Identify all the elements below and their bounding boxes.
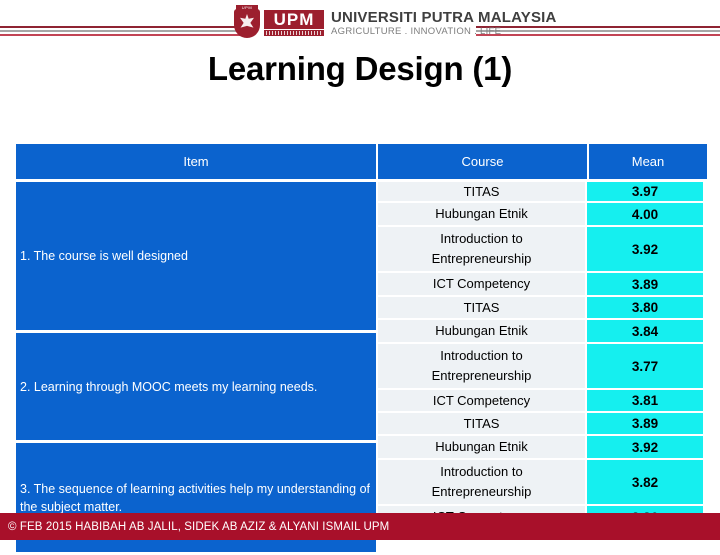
course-cell-line-2: Entrepreneurship — [431, 251, 532, 266]
mean-cell: 3.82 — [587, 460, 703, 504]
course-cell: Introduction to Entrepreneurship — [378, 460, 585, 504]
table-row: Hubungan Etnik 3.92 — [378, 436, 703, 458]
table-row: TITAS 3.80 — [378, 297, 703, 318]
item-column: 1. The course is well designed 2. Learni… — [16, 182, 376, 555]
upm-logo-group: UPM UPM UNIVERSITI PUTRA MALAYSIA AGRICU… — [232, 3, 557, 43]
column-header-mean: Mean — [589, 144, 707, 179]
copyright-footer: © FEB 2015 HABIBAH AB JALIL, SIDEK AB AZ… — [0, 513, 720, 540]
brand-header: UPM UPM UNIVERSITI PUTRA MALAYSIA AGRICU… — [0, 0, 720, 46]
mean-cell: 3.81 — [587, 390, 703, 411]
header-rule-grey-left — [0, 30, 247, 32]
header-rule-red-left — [0, 34, 247, 36]
upm-jawi-script — [264, 30, 324, 36]
upm-crest-icon: UPM — [232, 5, 262, 41]
course-cell: Introduction to Entrepreneurship — [378, 227, 585, 271]
university-tagline: AGRICULTURE . INNOVATION . LIFE — [331, 25, 502, 37]
mean-cell: 3.92 — [587, 227, 703, 271]
upm-wordmark-block: UPM — [264, 10, 324, 36]
header-rule-dark-left — [0, 26, 247, 28]
table-header-row: Item Course Mean — [16, 144, 707, 179]
course-cell: TITAS — [378, 182, 585, 201]
course-cell-line-1: Introduction to — [440, 348, 523, 363]
table-row: ICT Competency 3.81 — [378, 390, 703, 411]
table-row: TITAS 3.89 — [378, 413, 703, 434]
table-row: Introduction to Entrepreneurship 3.82 — [378, 460, 703, 504]
table-row: Hubungan Etnik 4.00 — [378, 203, 703, 225]
course-cell: ICT Competency — [378, 390, 585, 411]
course-cell-line-2: Entrepreneurship — [431, 368, 532, 383]
mean-cell: 3.77 — [587, 344, 703, 388]
course-cell: TITAS — [378, 413, 585, 434]
course-cell: TITAS — [378, 297, 585, 318]
university-wordmark: UNIVERSITI PUTRA MALAYSIA AGRICULTURE . … — [331, 10, 557, 37]
table-row: ICT Competency 3.89 — [378, 273, 703, 295]
mean-cell: 3.84 — [587, 320, 703, 342]
upm-letters: UPM — [264, 10, 324, 29]
mean-cell: 3.97 — [587, 182, 703, 201]
course-cell-line-2: Entrepreneurship — [431, 484, 532, 499]
course-cell-line-1: Introduction to — [440, 231, 523, 246]
results-table: Item Course Mean 1. The course is well d… — [16, 144, 707, 555]
mean-cell: 3.92 — [587, 436, 703, 458]
course-cell: Introduction to Entrepreneurship — [378, 344, 585, 388]
course-cell-line-1: Introduction to — [440, 464, 523, 479]
table-row: Hubungan Etnik 3.84 — [378, 320, 703, 342]
table-row: Introduction to Entrepreneurship 3.92 — [378, 227, 703, 271]
mean-cell: 3.89 — [587, 273, 703, 295]
table-row: TITAS 3.97 — [378, 182, 703, 201]
crest-shield-shape — [234, 9, 260, 38]
university-name: UNIVERSITI PUTRA MALAYSIA — [331, 8, 557, 26]
table-row-item-2: 2. Learning through MOOC meets my learni… — [16, 333, 376, 440]
table-row-item-1: 1. The course is well designed — [16, 182, 376, 330]
mean-cell: 3.89 — [587, 413, 703, 434]
mean-cell: 4.00 — [587, 203, 703, 225]
mean-cell: 3.80 — [587, 297, 703, 318]
course-mean-column: TITAS 3.97 Hubungan Etnik 4.00 Introduct… — [378, 182, 703, 555]
column-header-item: Item — [16, 144, 376, 179]
table-row: Introduction to Entrepreneurship 3.77 — [378, 344, 703, 388]
column-header-course: Course — [378, 144, 587, 179]
table-body: 1. The course is well designed 2. Learni… — [16, 182, 703, 555]
course-cell: Hubungan Etnik — [378, 436, 585, 458]
course-cell: Hubungan Etnik — [378, 203, 585, 225]
course-cell: ICT Competency — [378, 273, 585, 295]
page-title: Learning Design (1) — [207, 50, 513, 87]
course-cell: Hubungan Etnik — [378, 320, 585, 342]
